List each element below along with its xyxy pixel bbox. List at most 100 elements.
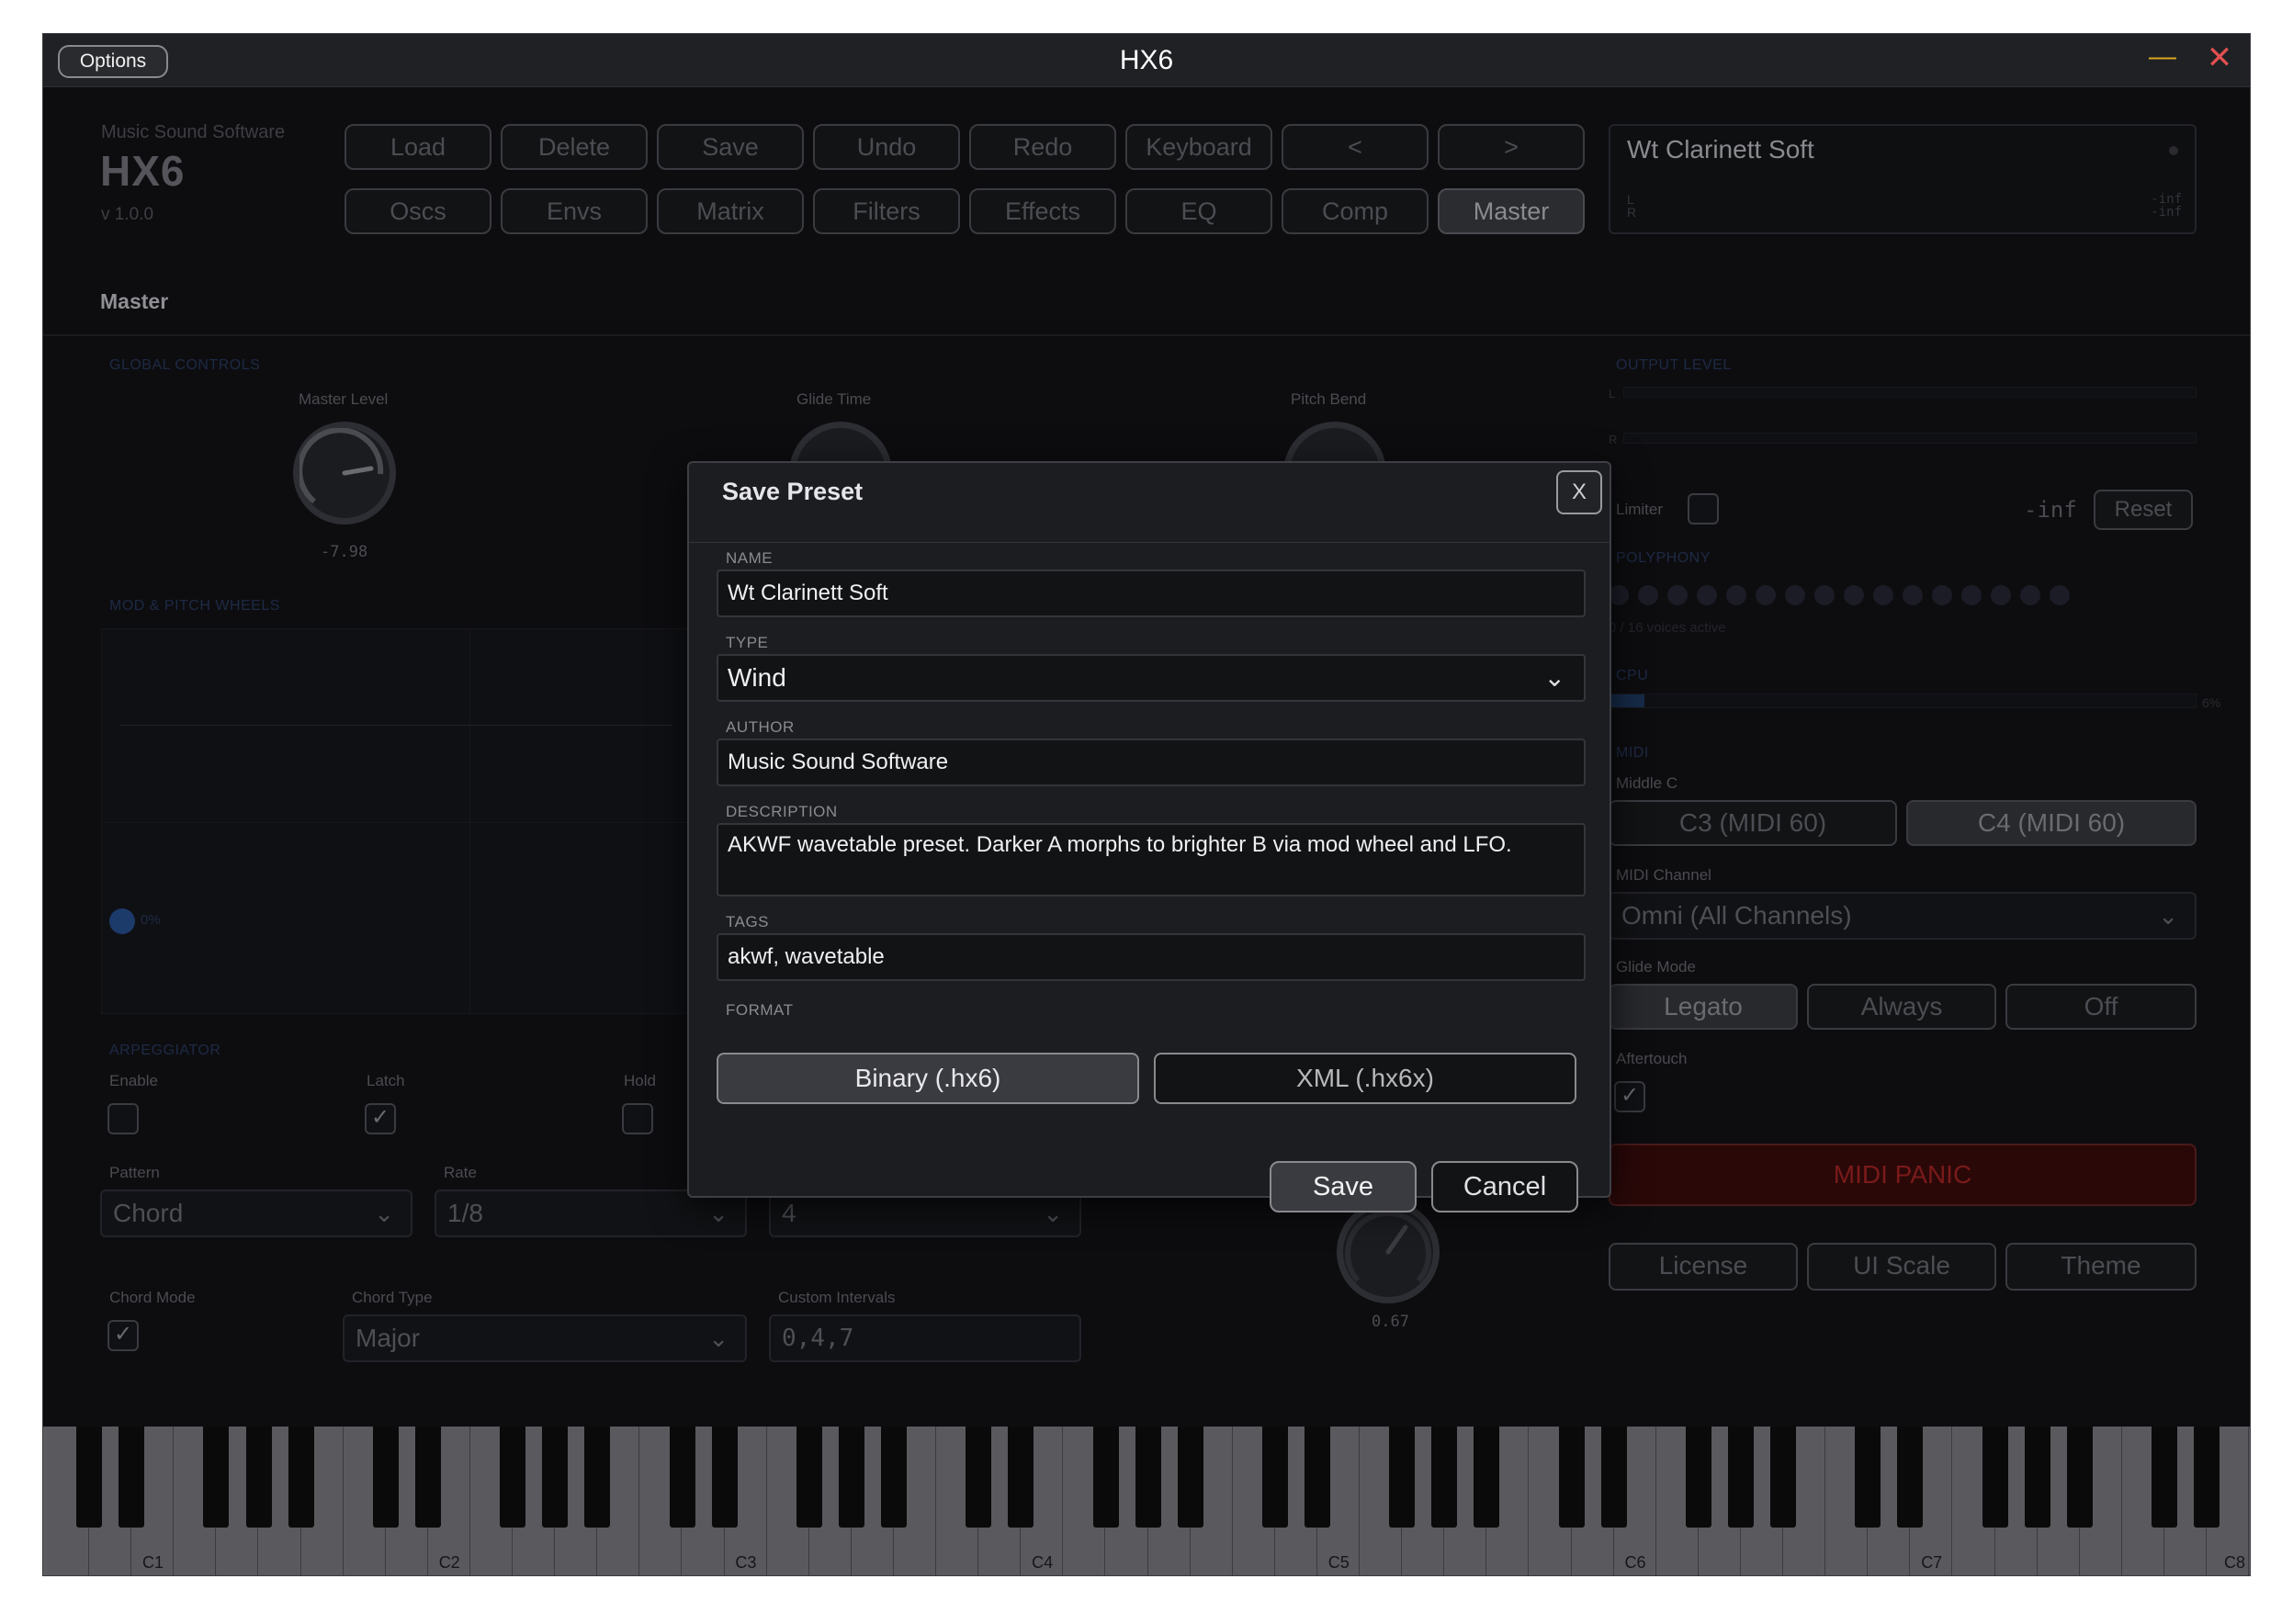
master-level-label: Master Level [299, 390, 389, 408]
piano-black-key[interactable] [796, 1427, 822, 1528]
chord-mode-checkbox[interactable]: ✓ [107, 1320, 139, 1351]
piano-black-key[interactable] [966, 1427, 992, 1528]
arp-latch-checkbox[interactable]: ✓ [365, 1103, 396, 1134]
preset-name-input[interactable]: Wt Clarinett Soft [717, 570, 1586, 617]
mod-wheel-area[interactable]: 0% [101, 628, 689, 1014]
arp-gate-knob[interactable] [1337, 1201, 1440, 1303]
voice-indicator [1697, 585, 1717, 605]
preset-author-input[interactable]: Music Sound Software [717, 739, 1586, 786]
piano-black-key[interactable] [2194, 1427, 2220, 1528]
close-icon[interactable]: ✕ [2206, 39, 2233, 76]
midi-panic-button[interactable]: MIDI PANIC [1609, 1144, 2197, 1206]
dialog-save-button[interactable]: Save [1270, 1161, 1417, 1212]
header-divider [43, 334, 2250, 336]
piano-black-key[interactable] [2152, 1427, 2177, 1528]
tab-eq[interactable]: EQ [1125, 188, 1272, 234]
piano-black-key[interactable] [500, 1427, 526, 1528]
piano-black-key[interactable] [1728, 1427, 1754, 1528]
format-xml-button[interactable]: XML (.hx6x) [1154, 1053, 1576, 1104]
piano-black-key[interactable] [1855, 1427, 1881, 1528]
piano-black-key[interactable] [838, 1427, 864, 1528]
piano-black-key[interactable] [245, 1427, 272, 1528]
tab-filters[interactable]: Filters [813, 188, 960, 234]
chevron-down-icon: ⌄ [708, 1200, 729, 1227]
voice-indicator [2020, 585, 2040, 605]
preset-tags-input[interactable]: akwf, wavetable [717, 933, 1586, 981]
piano-black-key[interactable] [669, 1427, 695, 1528]
arp-enable-checkbox[interactable] [107, 1103, 139, 1134]
piano-black-key[interactable] [542, 1427, 569, 1528]
mod-wheel-handle[interactable] [109, 908, 135, 934]
tab-master[interactable]: Master [1438, 188, 1585, 234]
glide-mode-off-button[interactable]: Off [2005, 984, 2197, 1030]
tab-comp[interactable]: Comp [1282, 188, 1429, 234]
piano-black-key[interactable] [584, 1427, 611, 1528]
piano-black-key[interactable] [203, 1427, 230, 1528]
master-level-knob[interactable] [293, 422, 396, 524]
middle-c-c3-button[interactable]: C3 (MIDI 60) [1609, 800, 1897, 846]
piano-black-key[interactable] [1685, 1427, 1711, 1528]
next-preset-button[interactable]: > [1438, 124, 1585, 170]
tab-envs[interactable]: Envs [501, 188, 648, 234]
custom-intervals-input[interactable]: 0,4,7 [769, 1314, 1081, 1362]
midi-channel-select[interactable]: Omni (All Channels) ⌄ [1609, 892, 2197, 940]
tab-matrix[interactable]: Matrix [657, 188, 804, 234]
prev-preset-button[interactable]: < [1282, 124, 1429, 170]
piano-black-key[interactable] [119, 1427, 145, 1528]
piano-black-key[interactable] [1389, 1427, 1416, 1528]
piano-black-key[interactable] [414, 1427, 441, 1528]
middle-c-c4-button[interactable]: C4 (MIDI 60) [1906, 800, 2197, 846]
glide-mode-always-button[interactable]: Always [1807, 984, 1996, 1030]
glide-mode-legato-button[interactable]: Legato [1609, 984, 1798, 1030]
format-binary-button[interactable]: Binary (.hx6) [717, 1053, 1139, 1104]
reset-button[interactable]: Reset [2094, 490, 2193, 530]
octave-label: C1 [142, 1553, 164, 1572]
piano-black-key[interactable] [1770, 1427, 1797, 1528]
delete-button[interactable]: Delete [501, 124, 648, 170]
piano-black-key[interactable] [1092, 1427, 1119, 1528]
output-level-readout: -inf [2024, 497, 2077, 523]
preset-type-select[interactable]: Wind ⌄ [717, 654, 1586, 702]
keyboard-button[interactable]: Keyboard [1125, 124, 1272, 170]
arp-pattern-select[interactable]: Chord ⌄ [100, 1190, 412, 1237]
piano-keyboard[interactable]: C1 C2 C3 C4 C5 C6 C7 C8 [43, 1427, 2250, 1575]
piano-black-key[interactable] [76, 1427, 103, 1528]
theme-button[interactable]: Theme [2005, 1243, 2197, 1291]
piano-black-key[interactable] [1008, 1427, 1034, 1528]
piano-black-key[interactable] [288, 1427, 314, 1528]
piano-black-key[interactable] [1135, 1427, 1161, 1528]
preset-description-input[interactable]: AKWF wavetable preset. Darker A morphs t… [717, 823, 1586, 897]
limiter-label: Limiter [1616, 501, 1664, 518]
undo-button[interactable]: Undo [813, 124, 960, 170]
piano-black-key[interactable] [1982, 1427, 2008, 1528]
dialog-cancel-button[interactable]: Cancel [1431, 1161, 1578, 1212]
ui-scale-button[interactable]: UI Scale [1807, 1243, 1996, 1291]
piano-black-key[interactable] [1558, 1427, 1585, 1528]
piano-black-key[interactable] [1261, 1427, 1288, 1528]
piano-black-key[interactable] [1305, 1427, 1330, 1528]
piano-black-key[interactable] [881, 1427, 907, 1528]
piano-black-key[interactable] [2066, 1427, 2093, 1528]
load-button[interactable]: Load [345, 124, 491, 170]
piano-black-key[interactable] [1897, 1427, 1924, 1528]
limiter-checkbox[interactable] [1688, 493, 1719, 524]
piano-black-key[interactable] [1431, 1427, 1458, 1528]
minimize-icon[interactable]: — [2149, 41, 2176, 73]
brand-logo: HX6 [100, 147, 186, 195]
tab-oscs[interactable]: Oscs [345, 188, 491, 234]
tab-effects[interactable]: Effects [969, 188, 1116, 234]
chord-type-select[interactable]: Major ⌄ [343, 1314, 747, 1362]
piano-black-key[interactable] [1474, 1427, 1500, 1528]
chord-mode-label: Chord Mode [109, 1289, 196, 1306]
dialog-close-button[interactable]: X [1556, 470, 1602, 514]
piano-black-key[interactable] [1177, 1427, 1203, 1528]
piano-black-key[interactable] [372, 1427, 399, 1528]
piano-black-key[interactable] [2024, 1427, 2050, 1528]
piano-black-key[interactable] [711, 1427, 738, 1528]
arp-hold-checkbox[interactable] [622, 1103, 653, 1134]
save-nav-button[interactable]: Save [657, 124, 804, 170]
piano-black-key[interactable] [1600, 1427, 1627, 1528]
license-button[interactable]: License [1609, 1243, 1798, 1291]
redo-button[interactable]: Redo [969, 124, 1116, 170]
aftertouch-checkbox[interactable]: ✓ [1614, 1081, 1645, 1112]
